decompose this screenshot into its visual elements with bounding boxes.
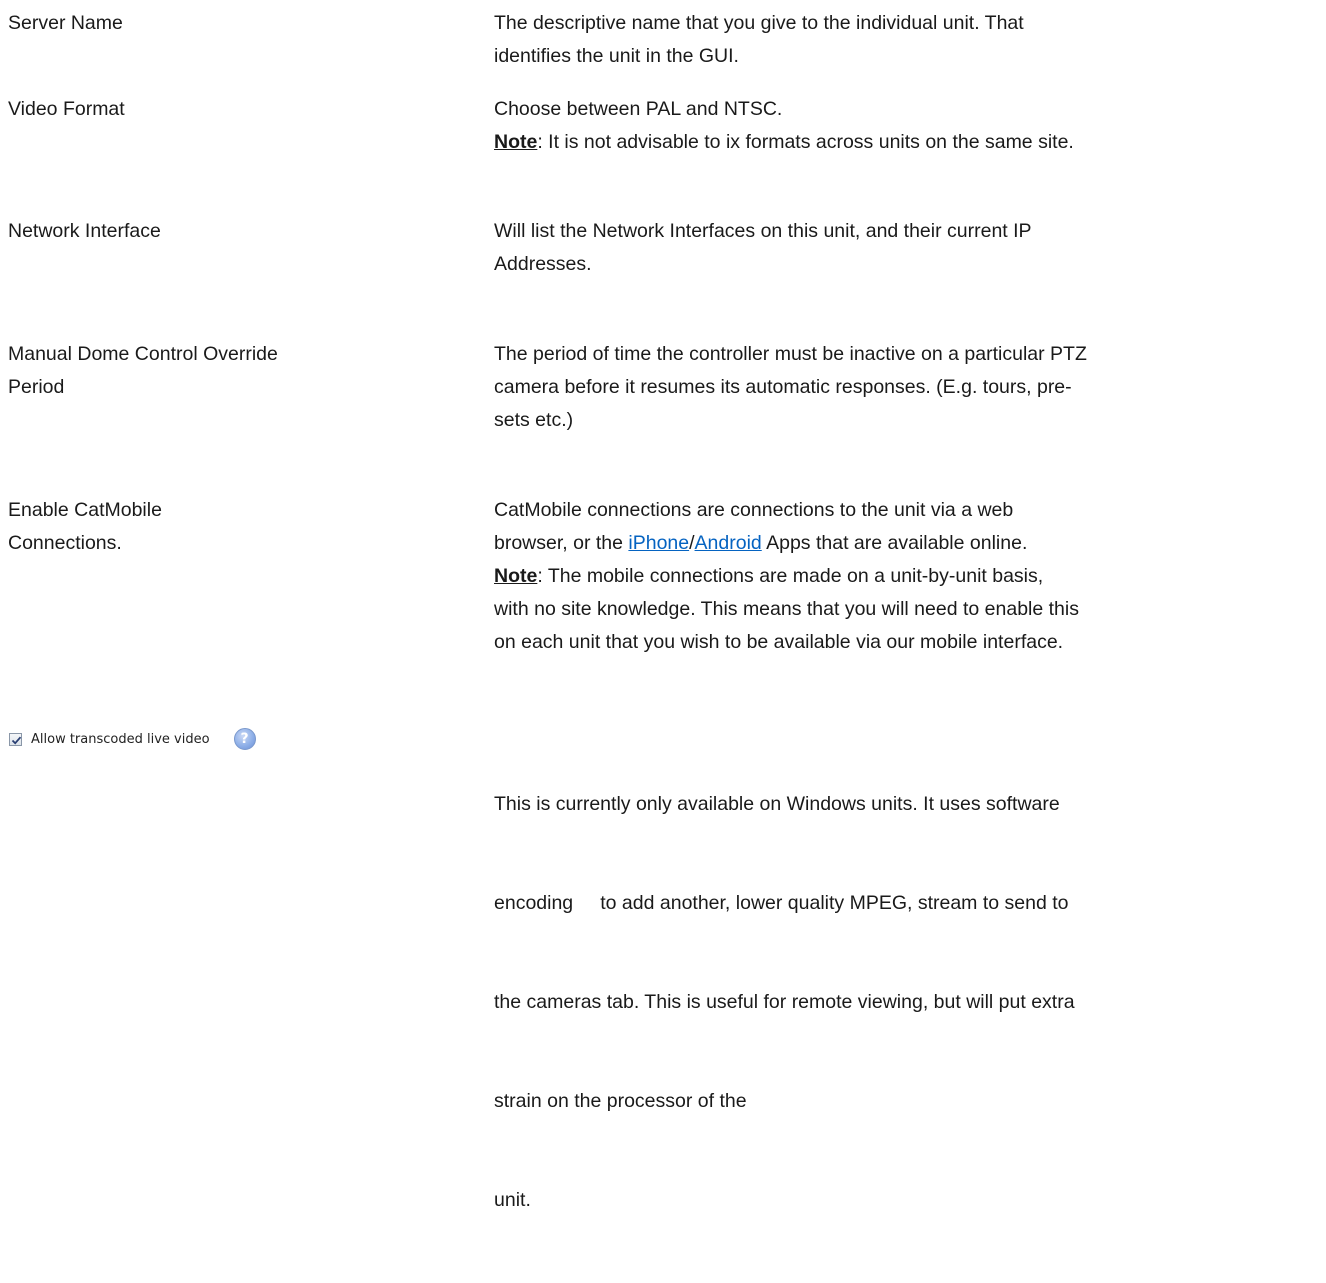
term-server-name: Server Name xyxy=(8,7,478,40)
android-link[interactable]: Android xyxy=(695,532,762,554)
desc-text: Will list the Network Interfaces on this… xyxy=(494,220,1032,242)
desc-text: identifies the unit in the GUI. xyxy=(494,45,739,67)
term-enable-catmobile: Enable CatMobile Connections. xyxy=(8,494,478,560)
desc-text: Choose between PAL and NTSC. xyxy=(494,98,783,120)
note-text: with no site knowledge. This means that … xyxy=(494,598,1079,620)
desc-video-format: Choose between PAL and NTSC. Note: It is… xyxy=(494,93,1324,159)
desc-text: browser, or the xyxy=(494,532,629,554)
desc-text: Apps that are available online. xyxy=(761,532,1028,554)
help-icon[interactable]: ? xyxy=(233,728,256,750)
note-text: on each unit that you wish to be availab… xyxy=(494,631,1064,653)
iphone-link[interactable]: iPhone xyxy=(628,532,689,554)
transcoded-checkbox-label[interactable]: Allow transcoded live video xyxy=(31,723,210,756)
desc-text: encoding to add another, lower quality M… xyxy=(494,892,1069,914)
desc-text: This is currently only available on Wind… xyxy=(494,793,1060,815)
transcoded-checkbox-control[interactable]: Allow transcoded live video ? xyxy=(9,728,256,750)
term-text: Enable CatMobile xyxy=(8,499,162,521)
checkmark-icon xyxy=(11,736,22,745)
note-label: Note xyxy=(494,565,538,587)
note-label: Note xyxy=(494,131,538,153)
desc-text: Addresses. xyxy=(494,253,592,275)
desc-network-interface: Will list the Network Interfaces on this… xyxy=(494,215,1324,281)
desc-text: The descriptive name that you give to th… xyxy=(494,12,1024,34)
desc-text: CatMobile connections are connections to… xyxy=(494,499,1014,521)
note-line: Note: It is not advisable to ix formats … xyxy=(494,126,1324,159)
note-text: : The mobile connections are made on a u… xyxy=(537,565,1044,587)
term-text: Server Name xyxy=(8,12,123,34)
desc-allow-transcoded: This is currently only available on Wind… xyxy=(494,722,1324,1283)
desc-text: strain on the processor of the xyxy=(494,1090,747,1112)
transcoded-checkbox[interactable] xyxy=(9,732,22,746)
desc-server-name: The descriptive name that you give to th… xyxy=(494,7,1324,73)
term-manual-dome-control: Manual Dome Control Override Period xyxy=(8,338,478,404)
desc-links-line: browser, or the iPhone/Android Apps that… xyxy=(494,527,1324,560)
term-network-interface: Network Interface xyxy=(8,215,478,248)
term-text: Manual Dome Control Override xyxy=(8,343,278,365)
note-line: Note: The mobile connections are made on… xyxy=(494,560,1324,593)
desc-text: unit. xyxy=(494,1189,531,1211)
desc-manual-dome-control: The period of time the controller must b… xyxy=(494,338,1324,437)
desc-text: The period of time the controller must b… xyxy=(494,343,1087,365)
term-video-format: Video Format xyxy=(8,93,478,126)
desc-text: the cameras tab. This is useful for remo… xyxy=(494,991,1075,1013)
term-text: Video Format xyxy=(8,98,125,120)
term-text: Period xyxy=(8,376,65,398)
note-text: : It is not advisable to ix formats acro… xyxy=(537,131,1074,153)
term-text: Connections. xyxy=(8,532,122,554)
desc-text: camera before it resumes its automatic r… xyxy=(494,376,1072,398)
term-text: Network Interface xyxy=(8,220,161,242)
desc-enable-catmobile: CatMobile connections are connections to… xyxy=(494,494,1324,659)
desc-text: sets etc.) xyxy=(494,409,574,431)
